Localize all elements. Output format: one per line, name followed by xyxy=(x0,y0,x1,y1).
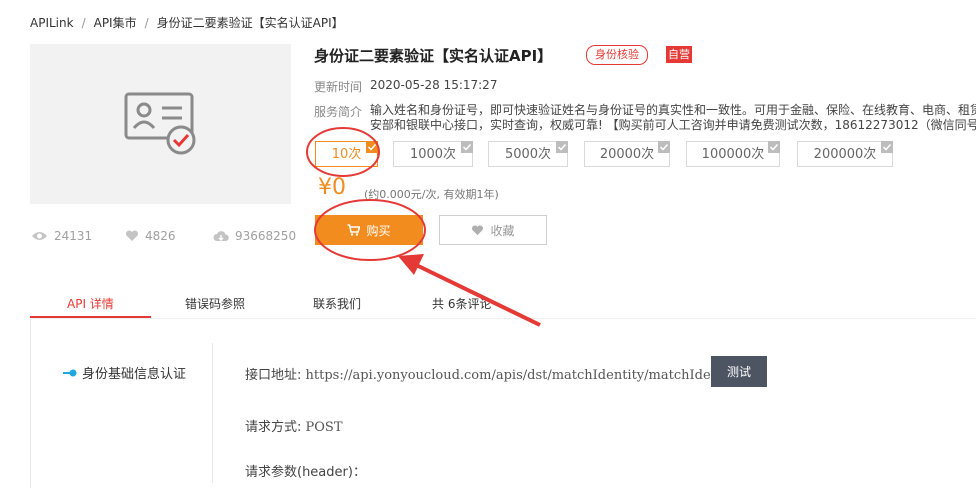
cart-icon xyxy=(347,224,361,236)
breadcrumb-api-market-link[interactable]: API集市 xyxy=(94,16,137,30)
api-detail-panel xyxy=(30,318,976,488)
tab-comments[interactable]: 共 6条评论 xyxy=(432,295,491,312)
option-10[interactable]: 10次 xyxy=(315,141,378,167)
annotation-arrow-shaft xyxy=(409,260,541,327)
check-icon xyxy=(658,141,670,153)
check-icon xyxy=(556,141,568,153)
breadcrumb-current: 身份证二要素验证【实名认证API】 xyxy=(156,16,344,30)
view-count-value: 24131 xyxy=(54,229,93,243)
heart-icon xyxy=(125,230,139,241)
favorite-button[interactable]: 收藏 xyxy=(439,215,547,245)
description-line-2: 安部和银联中心接口，实时查询，权威可靠! 【购买前可人工咨询并申请免费测试次数，… xyxy=(370,118,976,132)
link-icon xyxy=(63,369,77,376)
check-icon xyxy=(461,141,473,153)
sidebar-divider xyxy=(212,343,213,483)
params-header-label: 请求参数(header)： xyxy=(245,465,366,480)
method-label: 请求方式: xyxy=(245,420,302,435)
breadcrumb-separator: / xyxy=(81,16,86,30)
self-operated-badge: 自营 xyxy=(666,46,692,63)
option-1000[interactable]: 1000次 xyxy=(393,141,473,167)
product-thumbnail xyxy=(30,44,291,204)
call-count: 93668250 xyxy=(213,229,296,243)
view-count: 24131 xyxy=(31,229,92,243)
method-row: 请求方式: POST xyxy=(245,416,343,435)
option-5000[interactable]: 5000次 xyxy=(488,141,568,167)
update-time-label: 更新时间 xyxy=(314,80,363,94)
test-button[interactable]: 测试 xyxy=(711,356,767,387)
option-100000[interactable]: 100000次 xyxy=(686,141,780,167)
product-title: 身份证二要素验证【实名认证API】 xyxy=(314,47,553,65)
tab-api-details[interactable]: API 详情 xyxy=(67,295,114,312)
favorite-label: 收藏 xyxy=(490,223,515,238)
check-icon xyxy=(881,141,893,153)
tab-error-codes[interactable]: 错误码参照 xyxy=(185,295,245,312)
like-count: 4826 xyxy=(125,229,176,243)
option-label: 100000次 xyxy=(701,147,765,162)
description-line-1: 输入姓名和身份证号，即可快速验证姓名与身份证号的真实性和一致性。可用于金融、保险… xyxy=(370,103,976,117)
option-200000[interactable]: 200000次 xyxy=(797,141,893,167)
like-count-value: 4826 xyxy=(145,229,176,243)
endpoint-row: 接口地址: https://api.yonyoucloud.com/apis/d… xyxy=(245,364,741,383)
buy-button[interactable]: 购买 xyxy=(315,215,423,245)
heart-icon xyxy=(472,224,484,235)
option-label: 200000次 xyxy=(813,147,877,162)
buy-label: 购买 xyxy=(366,223,391,238)
option-20000[interactable]: 20000次 xyxy=(584,141,670,167)
update-time-value: 2020-05-28 15:17:27 xyxy=(370,78,498,92)
eye-icon xyxy=(32,232,47,240)
annotation-arrow-head xyxy=(398,254,424,275)
check-icon xyxy=(366,141,378,153)
endpoint-label: 接口地址: xyxy=(245,368,302,383)
option-label: 1000次 xyxy=(409,147,457,162)
check-icon xyxy=(768,141,780,153)
endpoint-url[interactable]: https://api.yonyoucloud.com/apis/dst/mat… xyxy=(306,368,741,383)
sidebar-item-identity-auth[interactable]: 身份基础信息认证 xyxy=(62,363,186,382)
breadcrumb-home-link[interactable]: APILink xyxy=(30,16,74,30)
id-card-check-icon xyxy=(124,92,196,155)
category-badge[interactable]: 身份核验 xyxy=(586,45,648,65)
price-value: ¥0 xyxy=(318,175,346,200)
option-label: 20000次 xyxy=(599,147,655,162)
product-description: 输入姓名和身份证号，即可快速验证姓名与身份证号的真实性和一致性。可用于金融、保险… xyxy=(370,103,976,133)
intro-label: 服务简介 xyxy=(314,105,363,119)
sidebar-item-label: 身份基础信息认证 xyxy=(82,367,187,382)
call-count-value: 93668250 xyxy=(235,229,297,243)
breadcrumb: APILink / API集市 / 身份证二要素验证【实名认证API】 xyxy=(30,14,344,31)
tab-contact-us[interactable]: 联系我们 xyxy=(313,295,361,312)
cloud-download-icon xyxy=(213,231,229,241)
breadcrumb-separator: / xyxy=(144,16,149,30)
method-value: POST xyxy=(305,420,343,435)
price-note: (约0.000元/次, 有效期1年) xyxy=(364,188,499,201)
option-label: 10次 xyxy=(331,147,362,162)
option-label: 5000次 xyxy=(504,147,552,162)
